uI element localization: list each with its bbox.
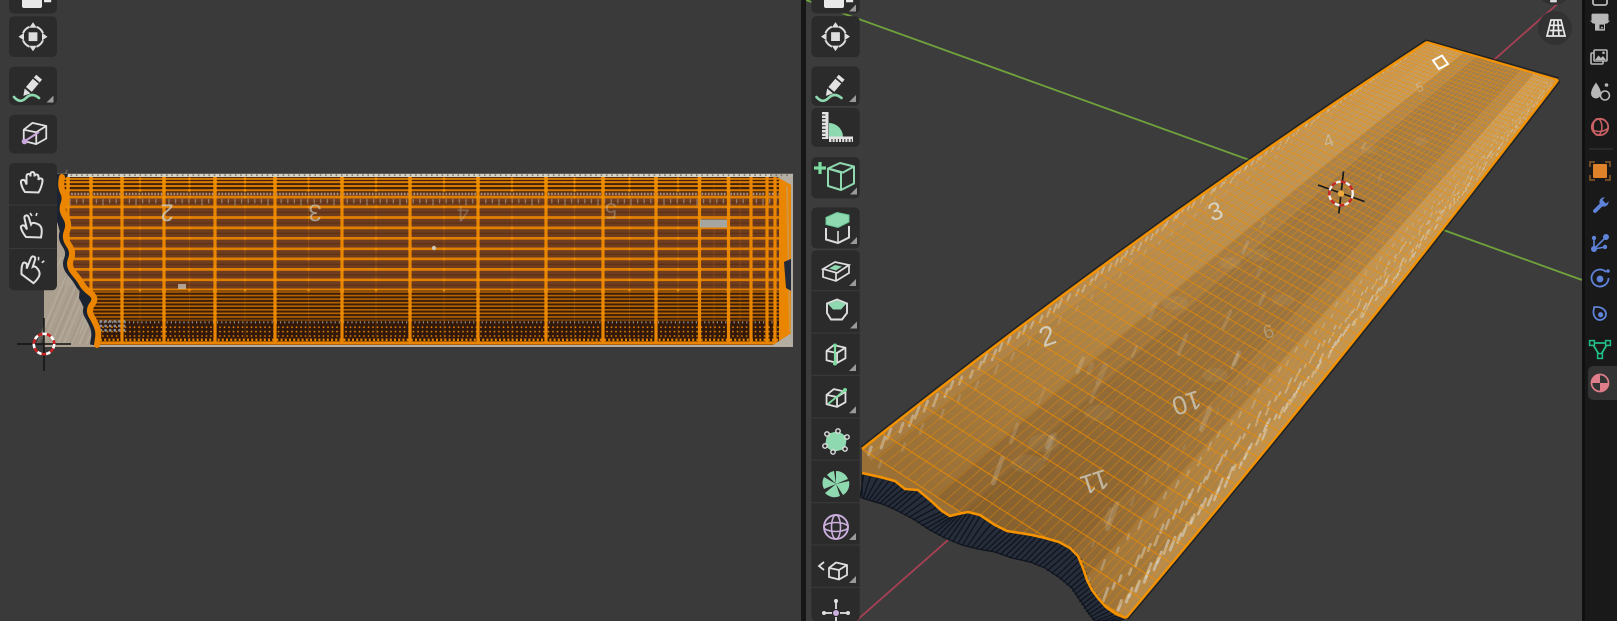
svg-text:4: 4 [457, 201, 469, 226]
svg-text:2: 2 [160, 199, 173, 226]
svg-text:5: 5 [605, 198, 617, 223]
svg-text:3: 3 [308, 199, 321, 226]
